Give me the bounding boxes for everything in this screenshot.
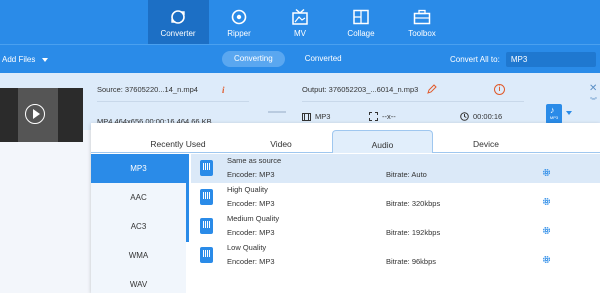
close-icon[interactable]: ✕: [589, 83, 597, 94]
nav-toolbox[interactable]: Toolbox: [392, 0, 453, 44]
nav-converter-label: Converter: [160, 29, 196, 38]
preset-bitrate: Bitrate: 320kbps: [386, 199, 441, 208]
output-duration-label: 00:00:16: [473, 112, 503, 121]
ripper-icon: [231, 9, 247, 25]
preset-name: Medium Quality: [227, 214, 280, 223]
preset-bitrate: Bitrate: 96kbps: [386, 257, 437, 266]
preset-item[interactable]: Low Quality Encoder: MP3 Bitrate: 96kbps: [191, 241, 600, 270]
gear-icon[interactable]: [542, 226, 551, 235]
tab-converted[interactable]: Converted: [293, 51, 354, 67]
nav-mv[interactable]: MV: [270, 0, 331, 44]
preset-name: Same as source: [227, 156, 282, 165]
preset-encoder: Encoder: MP3: [227, 257, 275, 266]
gear-icon[interactable]: [542, 197, 551, 206]
output-format-button[interactable]: MP3: [546, 104, 562, 124]
chevron-down-icon[interactable]: ︾: [590, 96, 597, 106]
audio-file-icon: [200, 247, 213, 263]
audio-file-icon: [200, 218, 213, 234]
edit-icon[interactable]: [427, 84, 437, 94]
category-item[interactable]: MP3: [91, 154, 186, 183]
nav-toolbox-label: Toolbox: [408, 29, 436, 38]
preset-item[interactable]: Same as source Encoder: MP3 Bitrate: Aut…: [191, 154, 600, 183]
nav-ripper[interactable]: Ripper: [209, 0, 270, 44]
preset-bitrate: Bitrate: Auto: [386, 170, 427, 179]
convert-all-select[interactable]: MP3: [505, 52, 596, 67]
chevron-down-icon[interactable]: [42, 57, 49, 62]
format-tabs: Recently Used Video Audio Device: [91, 123, 600, 153]
gear-icon[interactable]: [542, 168, 551, 177]
category-item[interactable]: AC3: [91, 212, 186, 241]
divider: [302, 101, 524, 102]
scrollbar[interactable]: [186, 154, 189, 242]
top-nav: Converter Ripper MV Collage Toolbox: [0, 0, 600, 44]
warning-icon[interactable]: i: [494, 84, 505, 95]
source-filename: Source: 37605220...14_n.mp4: [97, 85, 198, 94]
status-switch: Converting Converted: [222, 50, 354, 68]
nav-collage[interactable]: Collage: [331, 0, 392, 44]
play-icon[interactable]: [25, 104, 45, 124]
category-list: MP3 AAC AC3 WMA WAV: [91, 154, 186, 293]
toolbox-icon: [413, 9, 431, 25]
collage-icon: [353, 9, 369, 25]
preset-item[interactable]: Medium Quality Encoder: MP3 Bitrate: 192…: [191, 212, 600, 241]
resize-icon: [369, 112, 378, 121]
preset-encoder: Encoder: MP3: [227, 228, 275, 237]
format-panel: Recently Used Video Audio Device MP3 AAC…: [91, 123, 600, 293]
output-resolution: --x--: [369, 112, 396, 121]
category-item[interactable]: AAC: [91, 183, 186, 212]
preset-encoder: Encoder: MP3: [227, 199, 275, 208]
clock-icon: [460, 112, 469, 121]
output-format: MP3: [302, 112, 330, 121]
add-files-button[interactable]: Add Files: [2, 45, 49, 74]
divider: [97, 101, 249, 102]
preset-encoder: Encoder: MP3: [227, 170, 275, 179]
audio-file-icon: [200, 160, 213, 176]
toolbar: Add Files Converting Converted Convert A…: [0, 44, 600, 73]
add-files-label: Add Files: [2, 55, 36, 64]
nav-ripper-label: Ripper: [227, 29, 251, 38]
convert-all-label: Convert All to:: [450, 55, 500, 64]
preset-name: Low Quality: [227, 243, 267, 252]
output-filename: Output: 376052203_...6014_n.mp3: [302, 85, 419, 94]
tab-converting[interactable]: Converting: [222, 51, 285, 67]
file-row: Source: 37605220...14_n.mp4 i MP4 464x65…: [0, 73, 600, 142]
mv-icon: [292, 9, 308, 25]
arrow-icon: [268, 111, 286, 113]
preset-item[interactable]: High Quality Encoder: MP3 Bitrate: 320kb…: [191, 183, 600, 212]
nav-mv-label: MV: [294, 29, 306, 38]
preset-list: Same as source Encoder: MP3 Bitrate: Aut…: [191, 154, 600, 293]
film-icon: [302, 112, 311, 121]
nav-converter[interactable]: Converter: [147, 0, 209, 44]
audio-file-icon: [200, 189, 213, 205]
output-format-label: MP3: [315, 112, 331, 121]
preset-name: High Quality: [227, 185, 268, 194]
category-item[interactable]: WAV: [91, 270, 186, 293]
tab-device[interactable]: Device: [411, 130, 561, 153]
category-item[interactable]: WMA: [91, 241, 186, 270]
gear-icon[interactable]: [542, 255, 551, 264]
convert-all: Convert All to: MP3: [450, 45, 596, 74]
output-duration: 00:00:16: [460, 112, 502, 121]
chevron-down-icon[interactable]: [566, 111, 572, 115]
converter-icon: [171, 10, 185, 24]
video-thumbnail[interactable]: [0, 88, 83, 142]
output-resolution-label: --x--: [382, 112, 396, 121]
nav-collage-label: Collage: [347, 29, 375, 38]
preset-bitrate: Bitrate: 192kbps: [386, 228, 441, 237]
info-icon[interactable]: i: [222, 85, 230, 95]
